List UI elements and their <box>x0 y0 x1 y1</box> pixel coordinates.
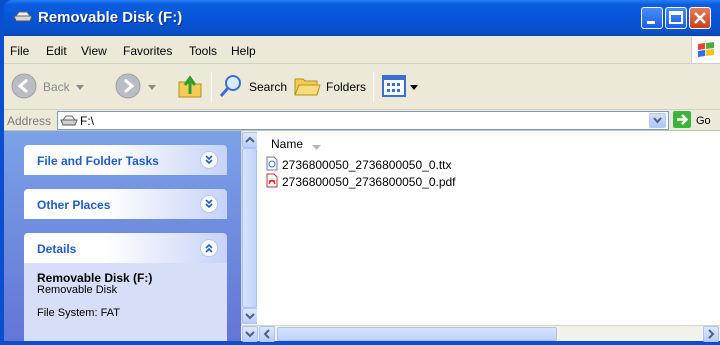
forward-arrow-icon <box>114 72 142 103</box>
address-value: F:\ <box>80 114 94 128</box>
vertical-scrollbar[interactable] <box>241 131 258 325</box>
menu-bar: File Edit View Favorites Tools Help <box>4 36 720 64</box>
go-button[interactable]: Go <box>673 110 711 131</box>
back-button[interactable]: Back <box>10 71 84 103</box>
menu-favorites[interactable]: Favorites <box>123 44 172 58</box>
views-icon <box>381 74 407 101</box>
scroll-right-button[interactable] <box>703 326 719 342</box>
search-button[interactable]: Search <box>218 71 287 103</box>
panel-details[interactable]: Details <box>24 233 227 263</box>
menu-tools[interactable]: Tools <box>189 44 217 58</box>
menu-file[interactable]: File <box>10 44 29 58</box>
expand-chevron-icon[interactable] <box>200 195 218 213</box>
file-row[interactable]: 2736800050_2736800050_0.pdf <box>265 173 456 191</box>
up-folder-button[interactable] <box>176 71 204 103</box>
file-name: 2736800050_2736800050_0.pdf <box>282 175 456 189</box>
panel-other-places[interactable]: Other Places <box>24 189 227 219</box>
window-title: Removable Disk (F:) <box>38 9 183 26</box>
drive-icon <box>12 11 34 23</box>
details-filesystem: File System: FAT <box>37 307 120 319</box>
title-bar[interactable]: Removable Disk (F:) <box>4 0 720 36</box>
file-list: Name 2736800050_2736800050_0.ttx 2736800… <box>257 131 720 325</box>
panel-file-folder-tasks[interactable]: File and Folder Tasks <box>24 145 227 175</box>
expand-chevron-icon[interactable] <box>200 151 218 169</box>
folders-button[interactable]: Folders <box>293 71 366 103</box>
scroll-left-button[interactable] <box>259 326 275 342</box>
back-arrow-icon <box>10 72 38 103</box>
close-button[interactable] <box>689 7 711 29</box>
address-input[interactable]: F:\ <box>57 111 669 130</box>
back-label: Back <box>43 80 70 94</box>
panel-title: Other Places <box>37 198 111 212</box>
address-bar: Address F:\ Go <box>4 110 720 131</box>
horizontal-scroll-thumb[interactable] <box>277 327 557 341</box>
toolbar-separator <box>373 72 374 102</box>
address-dropdown-button[interactable] <box>649 113 666 128</box>
folders-icon <box>293 73 321 102</box>
scroll-up-button[interactable] <box>242 132 258 148</box>
address-label: Address <box>7 114 52 128</box>
menu-edit[interactable]: Edit <box>46 44 67 58</box>
scroll-down-button[interactable] <box>242 308 258 324</box>
sort-arrow-icon <box>312 140 321 154</box>
pdf-icon <box>265 173 279 191</box>
menu-view[interactable]: View <box>81 44 107 58</box>
horizontal-scrollbar[interactable] <box>241 325 720 342</box>
details-drive-name: Removable Disk (F:) <box>37 271 153 285</box>
column-name-header[interactable]: Name <box>271 137 303 151</box>
collapse-chevron-icon[interactable] <box>200 239 218 257</box>
explorer-window: Removable Disk (F:) File Edit View Favor… <box>0 0 720 345</box>
menu-help[interactable]: Help <box>231 44 256 58</box>
scroll-thumb[interactable] <box>242 148 257 308</box>
search-label: Search <box>249 80 288 94</box>
views-dropdown-icon[interactable] <box>410 80 418 94</box>
file-name: 2736800050_2736800050_0.ttx <box>282 158 452 172</box>
go-label: Go <box>696 114 711 127</box>
panel-title: File and Folder Tasks <box>37 154 159 168</box>
column-header: Name <box>257 131 720 153</box>
search-icon <box>218 73 244 102</box>
scroll-down-button[interactable] <box>242 326 258 342</box>
minimize-button[interactable] <box>641 7 663 29</box>
views-button[interactable] <box>381 71 418 103</box>
up-folder-icon <box>176 72 204 103</box>
forward-button[interactable] <box>114 71 156 103</box>
details-body: Removable Disk (F:) Removable Disk File … <box>24 263 227 341</box>
toolbar: Back Search Folders <box>4 64 720 110</box>
details-drive-type: Removable Disk <box>37 284 118 296</box>
back-dropdown-icon[interactable] <box>75 80 84 94</box>
toolbar-separator <box>211 72 212 102</box>
windows-logo-icon <box>691 37 720 63</box>
drive-icon <box>60 115 78 129</box>
panel-title: Details <box>37 242 77 256</box>
document-icon <box>265 156 279 174</box>
go-arrow-icon <box>673 110 691 131</box>
file-row[interactable]: 2736800050_2736800050_0.ttx <box>265 156 452 174</box>
folders-label: Folders <box>326 80 367 94</box>
forward-dropdown-icon[interactable] <box>148 80 156 94</box>
maximize-button[interactable] <box>665 7 687 29</box>
